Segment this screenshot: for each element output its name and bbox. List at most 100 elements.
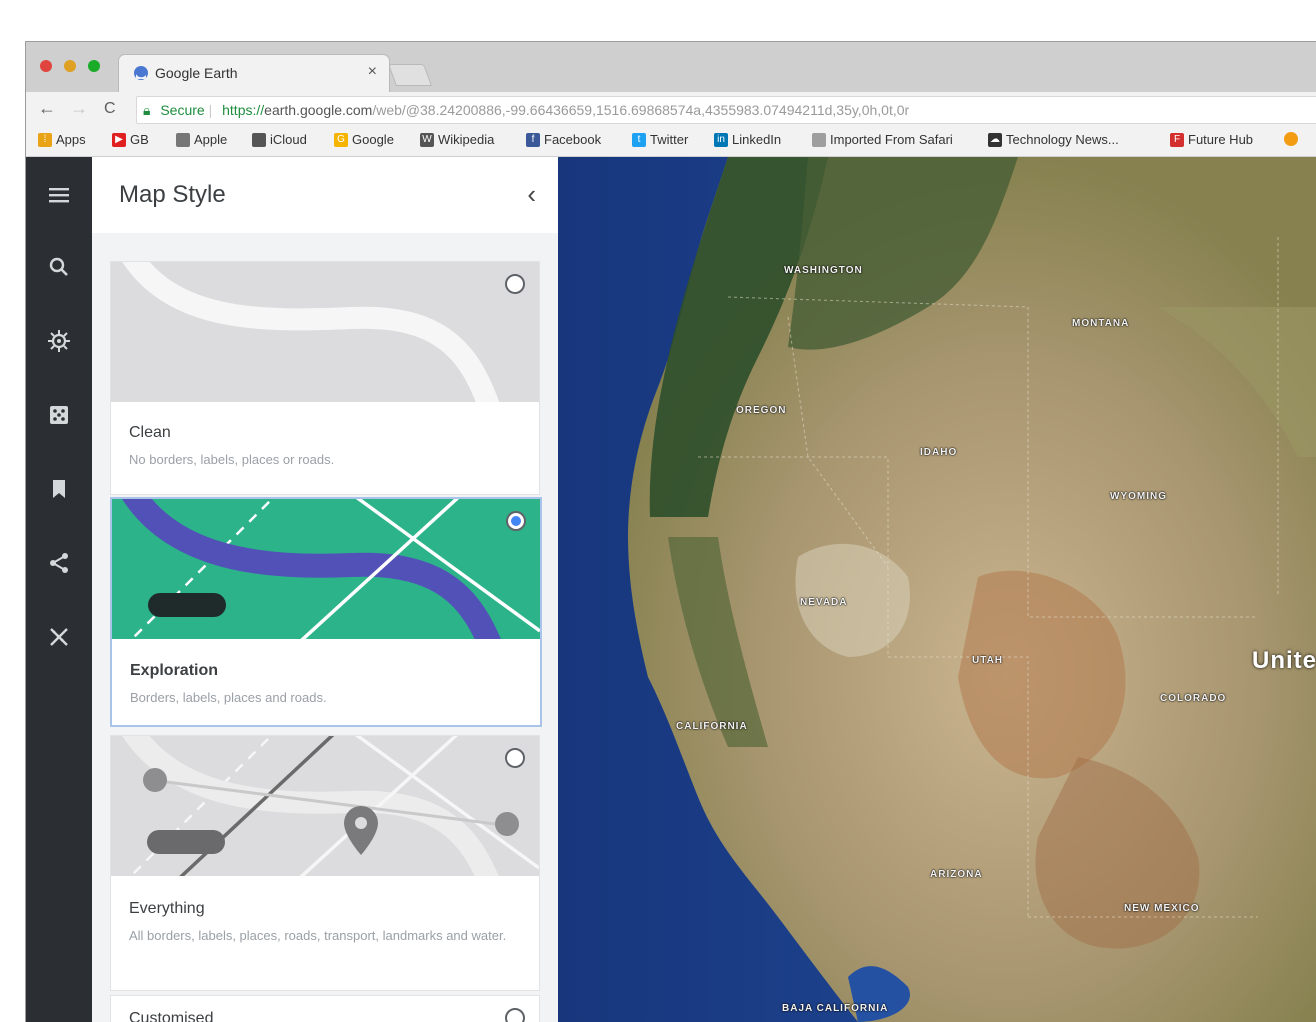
bookmark-label: Imported From Safari xyxy=(830,132,953,147)
apple-icon xyxy=(252,132,266,147)
satellite-map[interactable]: WASHINGTON MONTANA OREGON IDAHO WYOMING … xyxy=(558,157,1316,1022)
bookmark-facebook[interactable]: f Facebook xyxy=(526,132,601,147)
style-description: All borders, labels, places, roads, tran… xyxy=(129,928,507,943)
map-label-country: Unite xyxy=(1252,647,1316,674)
bookmark-label: Twitter xyxy=(650,132,689,147)
map-label-california: CALIFORNIA xyxy=(676,721,748,732)
maximize-window-button[interactable] xyxy=(88,60,100,72)
tab-google-earth[interactable]: Google Earth × xyxy=(118,54,390,93)
bookmark-wikipedia[interactable]: W Wikipedia xyxy=(420,132,494,147)
apps-grid-icon: ⁞ xyxy=(38,132,52,147)
style-description: No borders, labels, places or roads. xyxy=(129,452,335,467)
url-path: /web/@38.24200886,-99.66436659,1516.6986… xyxy=(372,102,910,118)
map-style-option-everything[interactable]: Everything All borders, labels, places, … xyxy=(110,735,540,991)
menu-icon[interactable] xyxy=(47,183,71,207)
twitter-icon: t xyxy=(632,132,646,147)
bookmark-icon[interactable] xyxy=(47,477,71,501)
map-style-option-customised[interactable]: Customised xyxy=(110,995,540,1022)
future-icon: F xyxy=(1170,132,1184,147)
url-host: earth.google.com xyxy=(264,102,373,118)
linkedin-icon: in xyxy=(714,132,728,147)
feeling-lucky-icon[interactable] xyxy=(47,403,71,427)
forward-button[interactable]: → xyxy=(70,98,88,119)
minimize-window-button[interactable] xyxy=(64,60,76,72)
bookmark-label: Facebook xyxy=(544,132,602,147)
radio-everything[interactable] xyxy=(505,748,525,768)
collapse-panel-icon[interactable]: ‹ xyxy=(527,179,536,210)
map-label-washington: WASHINGTON xyxy=(784,265,863,276)
measure-icon[interactable] xyxy=(47,625,71,649)
exploration-style-preview xyxy=(112,499,540,639)
map-style-panel: Map Style ‹ Clean No borders, labels, pl… xyxy=(92,157,559,1022)
radio-exploration[interactable] xyxy=(506,511,526,531)
navigation-bar: ← → C 🔒︎ Secure | https://earth.google.c… xyxy=(26,92,1316,126)
bookmark-label: LinkedIn xyxy=(732,132,782,147)
bookmark-label: Wikipedia xyxy=(438,132,495,147)
reload-button[interactable]: C xyxy=(104,100,116,118)
url-scheme: https:// xyxy=(222,102,265,118)
map-label-wyoming: WYOMING xyxy=(1110,491,1167,502)
address-bar[interactable]: 🔒︎ Secure | https://earth.google.com/web… xyxy=(136,96,1316,124)
bookmark-label: Technology News... xyxy=(1006,132,1119,147)
satellite-imagery xyxy=(558,157,1316,1022)
lock-icon: 🔒︎ xyxy=(143,102,151,118)
map-label-oregon: OREGON xyxy=(736,405,787,416)
radio-clean[interactable] xyxy=(505,274,525,294)
bookmark-label: GB xyxy=(130,132,149,147)
browser-window: Google Earth × ← → C 🔒︎ Secure | https:/… xyxy=(26,42,1316,1022)
style-name: Everything xyxy=(129,900,205,917)
secure-label: Secure xyxy=(160,102,205,118)
bookmark-label: iCloud xyxy=(270,132,307,147)
tool-rail xyxy=(26,157,92,1022)
style-description: Borders, labels, places and roads. xyxy=(130,690,327,705)
bookmark-more[interactable] xyxy=(1284,132,1298,146)
bookmark-gb[interactable]: ▶ GB xyxy=(112,132,149,147)
tab-title: Google Earth xyxy=(155,65,238,81)
youtube-icon: ▶ xyxy=(112,132,126,147)
facebook-icon: f xyxy=(526,132,540,147)
map-label-idaho: IDAHO xyxy=(920,447,958,458)
bookmark-linkedin[interactable]: in LinkedIn xyxy=(714,132,781,147)
everything-style-preview xyxy=(111,736,539,876)
search-icon[interactable] xyxy=(47,255,71,279)
close-window-button[interactable] xyxy=(40,60,52,72)
bookmark-label: Apple xyxy=(194,132,228,147)
bookmark-apps[interactable]: ⁞ Apps xyxy=(38,132,86,147)
panel-title: Map Style xyxy=(119,181,226,208)
voyager-icon[interactable] xyxy=(47,329,71,353)
bookmark-label: Apps xyxy=(56,132,86,147)
bookmark-imported-from-safari[interactable]: Imported From Safari xyxy=(812,132,953,147)
radio-customised[interactable] xyxy=(505,1008,525,1022)
map-label-nevada: NEVADA xyxy=(800,597,848,608)
bookmark-apple[interactable]: Apple xyxy=(176,132,227,147)
close-tab-icon[interactable]: × xyxy=(368,63,377,81)
style-name: Clean xyxy=(129,424,171,441)
map-label-arizona: ARIZONA xyxy=(930,869,983,880)
map-label-utah: UTAH xyxy=(972,655,1004,666)
share-icon[interactable] xyxy=(47,551,71,575)
bookmark-technology-news[interactable]: ☁ Technology News... xyxy=(988,132,1119,147)
panel-header: Map Style ‹ xyxy=(92,157,558,233)
bookmarks-bar: ⁞ Apps ▶ GB Apple iCloud G Google W Wiki… xyxy=(26,126,1316,157)
cloud-icon: ☁ xyxy=(988,132,1002,147)
bookmark-icloud[interactable]: iCloud xyxy=(252,132,307,147)
back-button[interactable]: ← xyxy=(38,98,56,119)
map-label-baja-california: BAJA CALIFORNIA xyxy=(782,1003,889,1014)
google-earth-icon xyxy=(134,66,148,80)
apple-icon xyxy=(176,132,190,147)
bookmark-label: Google xyxy=(352,132,394,147)
new-tab-button[interactable] xyxy=(387,64,433,86)
wikipedia-icon: W xyxy=(420,132,434,147)
google-icon: G xyxy=(334,132,348,147)
bookmark-future-hub[interactable]: F Future Hub xyxy=(1170,132,1253,147)
tab-strip: Google Earth × xyxy=(26,42,1316,93)
folder-icon xyxy=(812,132,826,147)
bookmark-google[interactable]: G Google xyxy=(334,132,394,147)
style-name: Customised xyxy=(129,1010,214,1022)
map-style-option-exploration[interactable]: Exploration Borders, labels, places and … xyxy=(110,497,542,727)
map-style-option-clean[interactable]: Clean No borders, labels, places or road… xyxy=(110,261,540,495)
map-label-montana: MONTANA xyxy=(1072,318,1130,329)
map-label-new-mexico: NEW MEXICO xyxy=(1124,903,1200,914)
map-label-colorado: COLORADO xyxy=(1160,693,1227,704)
bookmark-twitter[interactable]: t Twitter xyxy=(632,132,688,147)
